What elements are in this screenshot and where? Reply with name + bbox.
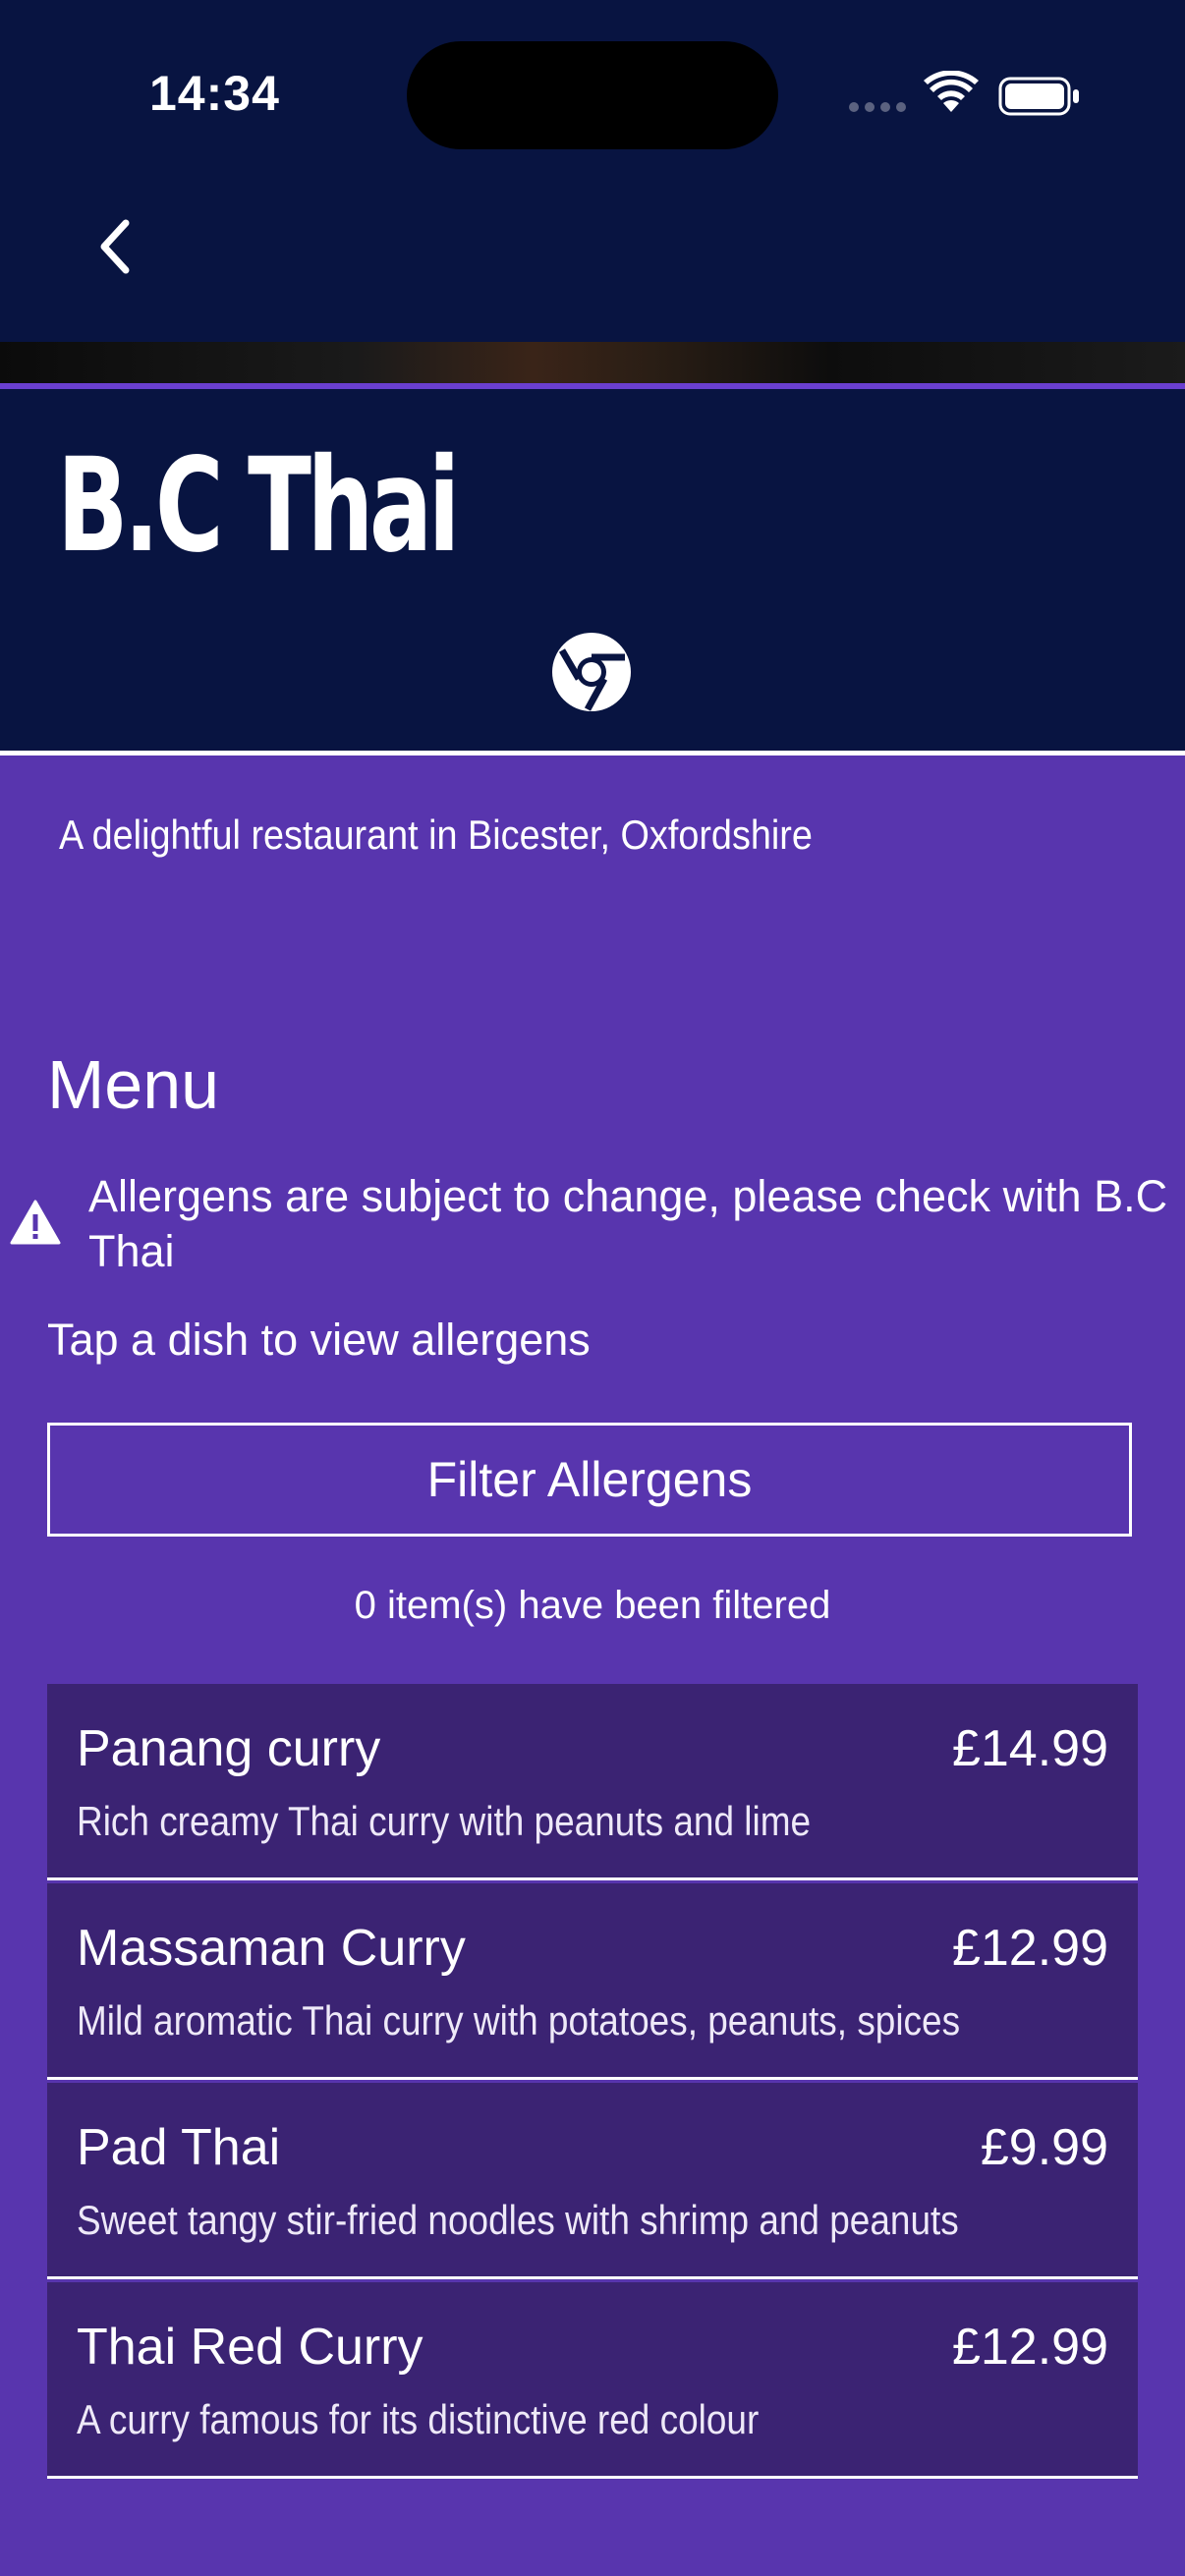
battery-icon bbox=[998, 77, 1079, 116]
menu-item-panang-curry[interactable]: Panang curry £14.99 Rich creamy Thai cur… bbox=[47, 1684, 1138, 1880]
top-header: 14:34 bbox=[0, 0, 1185, 342]
item-price: £12.99 bbox=[951, 1920, 1108, 1977]
menu-list: Panang curry £14.99 Rich creamy Thai cur… bbox=[47, 1684, 1138, 2482]
menu-item-pad-thai[interactable]: Pad Thai £9.99 Sweet tangy stir-fried no… bbox=[47, 2083, 1138, 2279]
tap-hint: Tap a dish to view allergens bbox=[47, 1315, 591, 1365]
warning-triangle-icon bbox=[10, 1200, 61, 1245]
wifi-icon bbox=[924, 71, 979, 112]
item-name: Panang curry bbox=[77, 1720, 381, 1777]
item-description: Mild aromatic Thai curry with potatoes, … bbox=[77, 1997, 961, 2044]
cellular-signal-icon bbox=[849, 102, 906, 112]
chevron-left-icon bbox=[100, 219, 130, 274]
menu-item-thai-red-curry[interactable]: Thai Red Curry £12.99 A curry famous for… bbox=[47, 2282, 1138, 2479]
filter-allergens-button[interactable]: Filter Allergens bbox=[47, 1423, 1132, 1537]
back-button[interactable] bbox=[85, 212, 143, 281]
header-divider bbox=[0, 751, 1185, 756]
status-time: 14:34 bbox=[149, 66, 280, 121]
item-price: £9.99 bbox=[980, 2119, 1108, 2176]
restaurant-name: B.C Thai bbox=[57, 430, 460, 582]
item-description: Rich creamy Thai curry with peanuts and … bbox=[77, 1798, 812, 1844]
item-name: Thai Red Curry bbox=[77, 2319, 423, 2376]
allergen-warning: Allergens are subject to change, please … bbox=[88, 1171, 1168, 1276]
item-description: A curry famous for its distinctive red c… bbox=[77, 2396, 760, 2442]
item-name: Pad Thai bbox=[77, 2119, 281, 2176]
dynamic-island bbox=[407, 41, 778, 149]
item-price: £12.99 bbox=[951, 2319, 1108, 2376]
restaurant-tagline: A delightful restaurant in Bicester, Oxf… bbox=[59, 812, 813, 858]
item-description: Sweet tangy stir-fried noodles with shri… bbox=[77, 2197, 959, 2243]
chrome-icon[interactable] bbox=[550, 631, 633, 713]
restaurant-header: B.C Thai bbox=[0, 389, 1185, 751]
menu-heading: Menu bbox=[47, 1046, 220, 1123]
item-price: £14.99 bbox=[951, 1720, 1108, 1777]
item-name: Massaman Curry bbox=[77, 1920, 466, 1977]
hero-image bbox=[0, 342, 1185, 383]
filtered-count: 0 item(s) have been filtered bbox=[354, 1584, 831, 1627]
menu-item-massaman-curry[interactable]: Massaman Curry £12.99 Mild aromatic Thai… bbox=[47, 1883, 1138, 2080]
